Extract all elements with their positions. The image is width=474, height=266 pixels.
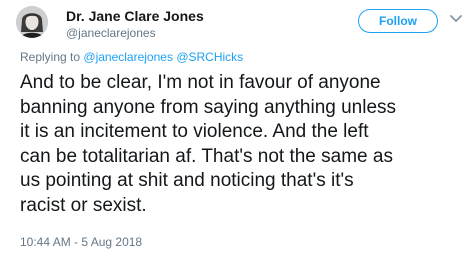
tweet-timestamp[interactable]: 10:44 AM - 5 Aug 2018 <box>20 235 142 249</box>
tweet-text-line: banning anyone from saying anything unle… <box>20 96 397 118</box>
replying-to-prefix: Replying to <box>20 50 81 64</box>
tweet-text-line: can be totalitarian af. That's not the s… <box>20 145 393 167</box>
replying-to: Replying to @janeclarejones @SRCHicks <box>20 50 243 64</box>
avatar-photo-icon <box>16 6 48 38</box>
tweet-text: And to be clear, I'm not in favour of an… <box>20 71 460 218</box>
author-handle[interactable]: @janeclarejones <box>66 26 156 40</box>
avatar[interactable] <box>16 6 48 38</box>
reply-mention-link[interactable]: @SRCHicks <box>176 50 243 64</box>
author-name[interactable]: Dr. Jane Clare Jones <box>66 8 204 24</box>
tweet-text-line: racist or sexist. <box>20 194 147 216</box>
chevron-down-icon[interactable] <box>450 14 462 24</box>
tweet-text-line: us pointing at shit and noticing that's … <box>20 170 354 191</box>
reply-mention-link[interactable]: @janeclarejones <box>83 50 173 64</box>
tweet-text-line: it is an incitement to violence. And the… <box>20 121 369 142</box>
follow-button[interactable]: Follow <box>358 9 438 33</box>
tweet-text-line: And to be clear, I'm not in favour of an… <box>20 72 381 93</box>
tweet-card: Dr. Jane Clare Jones @janeclarejones Fol… <box>0 0 474 266</box>
